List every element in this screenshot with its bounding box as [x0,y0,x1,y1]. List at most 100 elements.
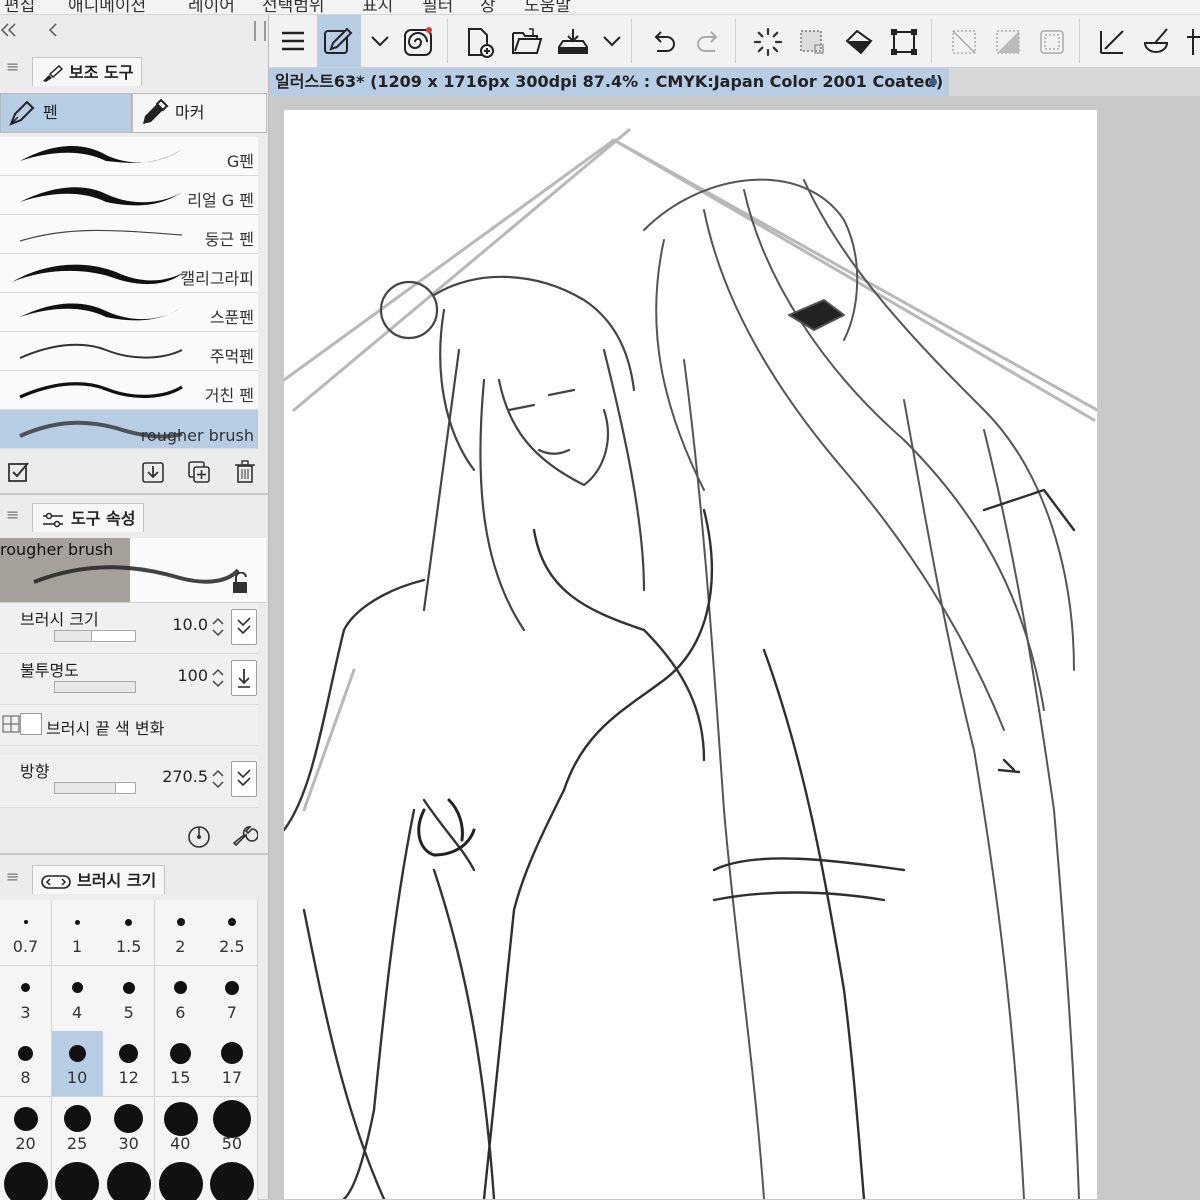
panel-grip[interactable]: ≡ [6,507,20,523]
brush-size-option[interactable]: 17 [206,1031,258,1097]
duplicate-icon[interactable] [186,459,212,485]
wrench-icon[interactable] [232,823,258,849]
opacity-slider[interactable] [54,681,136,693]
dial-icon[interactable] [186,823,212,849]
brush-size-option[interactable] [154,1162,207,1200]
brush-item-rough-pen[interactable]: 거친 펜 [0,371,258,410]
trash-icon[interactable] [232,459,258,485]
brush-size-option[interactable]: 8 [0,1031,52,1097]
brush-size-option[interactable]: 10 [51,1031,104,1097]
brush-size-panel-tab[interactable]: 브러시 크기 [32,865,166,894]
unlock-icon[interactable] [230,572,252,596]
brush-size-option[interactable] [206,1162,258,1200]
brush-size-option[interactable]: 25 [51,1096,104,1163]
brush-size-option[interactable]: 20 [0,1096,52,1163]
export-dropdown[interactable] [595,21,625,61]
hamburger-menu-button[interactable] [273,21,313,61]
menu-selection[interactable]: 선택범위 [262,0,325,14]
subtool-panel-tab[interactable]: 보조 도구 [32,57,143,86]
select-all-button[interactable] [791,21,831,61]
opacity-value[interactable]: 100 [148,666,208,685]
tool-dropdown[interactable] [363,21,393,61]
brush-size-option[interactable]: 3 [0,965,52,1032]
loading-button[interactable] [747,21,787,61]
invert-selection-button[interactable] [987,21,1027,61]
brush-size-option[interactable]: 12 [103,1031,156,1097]
expand-plus-icon[interactable] [2,715,20,733]
brush-item-calligraphy[interactable]: 캘리그라피 [0,254,258,293]
menu-filter[interactable]: 필터 [422,0,453,14]
brush-size-value[interactable]: 10.0 [148,615,208,634]
direction-toggle-button[interactable] [231,761,257,797]
direction-slider[interactable] [54,782,136,794]
brush-size-dot [114,1104,144,1133]
tab-marker[interactable]: 마커 [132,93,267,133]
brush-size-option[interactable]: 7 [206,965,258,1032]
double-chevron-left-icon[interactable] [0,21,18,39]
new-file-button[interactable] [459,21,499,61]
snap-button[interactable] [1179,21,1200,61]
spinner-arrows-icon[interactable] [210,615,226,639]
brush-size-option[interactable]: 5 [103,965,156,1032]
transform-button[interactable] [883,21,923,61]
tip-color-checkbox[interactable] [20,713,42,735]
document-tab[interactable]: 일러스트63* (1209 x 1716px 300dpi 87.4% : CM… [269,68,949,96]
panel-grip[interactable]: ≡ [6,59,20,75]
redo-button[interactable] [687,21,727,61]
pen-tool-button[interactable] [317,15,361,67]
spiral-button[interactable] [397,21,437,61]
brush-size-option[interactable]: 40 [154,1096,207,1163]
tool-property-panel-tab[interactable]: 도구 속성 [32,503,145,532]
checkbox-edit-icon[interactable] [6,459,32,485]
brush-item-real-g-pen[interactable]: 리얼 G 펜 [0,176,258,215]
dock-grip[interactable] [254,21,266,41]
export-button[interactable] [551,21,591,61]
brush-size-option[interactable] [51,1162,104,1200]
pressure-toggle-button[interactable] [231,609,257,645]
direction-value[interactable]: 270.5 [148,767,208,786]
brush-size-option[interactable]: 6 [154,965,207,1032]
brush-size-label: 1.5 [115,937,142,956]
show-selection-button[interactable] [1031,21,1071,61]
spinner-arrows-icon[interactable] [210,666,226,690]
panel-grip[interactable]: ≡ [6,869,20,885]
menu-layer[interactable]: 레이어 [188,0,235,14]
menu-window[interactable]: 창 [480,0,496,14]
brush-size-option[interactable]: 50 [206,1096,258,1163]
bucket-button[interactable] [1135,21,1175,61]
open-folder-button[interactable] [505,21,545,61]
spinner-arrows-icon[interactable] [210,767,226,791]
ruler-button[interactable] [1091,21,1131,61]
brush-size-grid: 0.7 1 1.5 2 2.5 3 4 5 6 7 8 10 12 15 17 20 25 30 40 50 [0,900,258,1200]
opacity-option-button[interactable] [231,660,257,696]
brush-size-option[interactable]: 1.5 [103,900,156,966]
brush-item-spoon-pen[interactable]: 스푼펜 [0,293,258,332]
menu-view[interactable]: 표시 [362,0,393,14]
brush-size-option[interactable]: 30 [103,1096,156,1163]
brush-size-option[interactable]: 1 [51,900,104,966]
brush-size-option[interactable]: 2 [154,900,207,966]
brush-item-rougher-brush[interactable]: rougher brush [0,410,258,449]
brush-size-slider[interactable] [54,630,136,642]
brush-size-option[interactable]: 2.5 [206,900,258,966]
download-icon[interactable] [140,459,166,485]
undo-button[interactable] [643,21,683,61]
brush-item-round-pen[interactable]: 둥근 펜 [0,215,258,254]
menu-animation[interactable]: 애니메이션 [68,0,146,14]
brush-size-option[interactable]: 0.7 [0,900,52,966]
fill-button[interactable] [837,21,877,61]
brush-name: G펜 [226,152,254,171]
menu-help[interactable]: 도움말 [524,0,571,14]
brush-size-option[interactable] [103,1162,156,1200]
brush-size-option[interactable]: 4 [51,965,104,1032]
chevron-left-icon[interactable] [46,21,60,39]
brush-item-g-pen[interactable]: G펜 [0,137,258,176]
brush-size-label: 15 [170,1068,191,1087]
brush-item-fist-pen[interactable]: 주먹펜 [0,332,258,371]
tab-pen[interactable]: 펜 [0,93,132,133]
drawing-canvas[interactable] [284,110,1097,1199]
deselect-button[interactable] [943,21,983,61]
brush-size-option[interactable]: 15 [154,1031,207,1097]
menu-edit[interactable]: 편집 [4,0,35,14]
brush-size-option[interactable] [0,1162,52,1200]
